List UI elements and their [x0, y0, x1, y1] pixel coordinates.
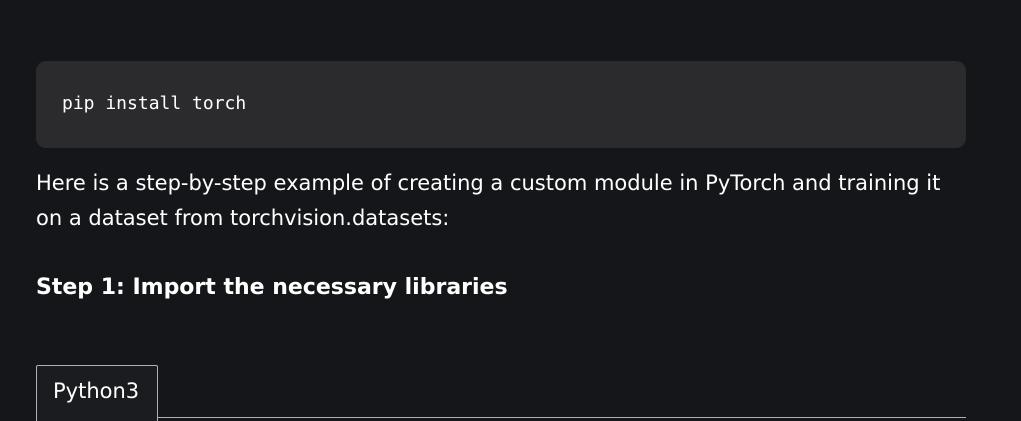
- code-block: pip install torch: [36, 61, 966, 148]
- tab-strip-line: [157, 417, 966, 418]
- tab-python3[interactable]: Python3: [36, 365, 158, 421]
- intro-paragraph: Here is a step-by-step example of creati…: [36, 171, 941, 230]
- code-text: pip install torch: [62, 93, 247, 114]
- code-tab-strip: Python3: [36, 365, 966, 421]
- step-heading: Step 1: Import the necessary libraries: [36, 275, 508, 300]
- tab-label: Python3: [53, 379, 140, 403]
